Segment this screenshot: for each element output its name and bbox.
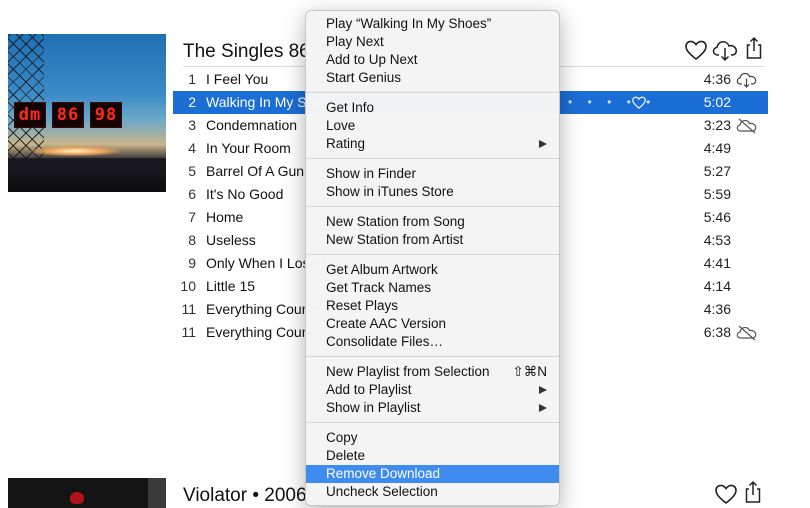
track-name: It's No Good bbox=[206, 186, 284, 202]
track-duration: 4:36 bbox=[703, 301, 731, 317]
menu-item-show-in-finder[interactable]: Show in Finder bbox=[306, 165, 559, 183]
artwork-sunset bbox=[30, 146, 120, 156]
menu-item-label: New Playlist from Selection bbox=[326, 364, 490, 379]
track-name: Little 15 bbox=[206, 278, 256, 294]
album-artwork-violator[interactable] bbox=[8, 478, 166, 508]
menu-item-delete[interactable]: Delete bbox=[306, 447, 559, 465]
track-name: Everything Counts bbox=[206, 301, 321, 317]
artwork-digit: 98 bbox=[90, 102, 122, 128]
cloud-download-icon[interactable] bbox=[736, 71, 758, 88]
artwork-spine bbox=[148, 478, 166, 508]
track-number: 11 bbox=[181, 324, 196, 340]
track-duration: 4:41 bbox=[703, 255, 731, 271]
track-number: 1 bbox=[188, 71, 196, 87]
menu-separator bbox=[306, 254, 559, 255]
track-name: Barrel Of A Gun bbox=[206, 163, 305, 179]
menu-item-label: Add to Playlist bbox=[326, 382, 412, 397]
artwork-digit: dm bbox=[14, 102, 46, 128]
track-number: 4 bbox=[188, 140, 196, 156]
no-cloud-icon bbox=[736, 118, 757, 134]
artwork-digits: dm 86 98 bbox=[14, 102, 122, 128]
track-name: Everything Counts bbox=[206, 324, 321, 340]
menu-item-play[interactable]: Play “Walking In My Shoes” bbox=[306, 15, 559, 33]
menu-separator bbox=[306, 206, 559, 207]
menu-item-new-station-from-song[interactable]: New Station from Song bbox=[306, 213, 559, 231]
track-name: Home bbox=[206, 209, 244, 225]
menu-item-reset-plays[interactable]: Reset Plays bbox=[306, 297, 559, 315]
submenu-arrow-icon bbox=[539, 140, 547, 148]
menu-separator bbox=[306, 422, 559, 423]
menu-item-copy[interactable]: Copy bbox=[306, 429, 559, 447]
track-duration: 5:59 bbox=[703, 186, 731, 202]
menu-item-remove-download[interactable]: Remove Download bbox=[306, 465, 559, 483]
menu-item-get-album-artwork[interactable]: Get Album Artwork bbox=[306, 261, 559, 279]
menu-item-start-genius[interactable]: Start Genius bbox=[306, 69, 559, 87]
menu-separator bbox=[306, 158, 559, 159]
menu-item-get-track-names[interactable]: Get Track Names bbox=[306, 279, 559, 297]
track-number: 10 bbox=[180, 278, 196, 294]
track-number: 9 bbox=[188, 255, 196, 271]
track-duration: 5:02 bbox=[703, 94, 731, 110]
cloud-download-icon[interactable] bbox=[712, 38, 739, 62]
menu-item-new-station-from-artist[interactable]: New Station from Artist bbox=[306, 231, 559, 249]
album-artwork-singles[interactable]: dm 86 98 bbox=[8, 34, 166, 192]
track-name: I Feel You bbox=[206, 71, 269, 87]
menu-item-label: Rating bbox=[326, 136, 366, 151]
track-duration: 3:23 bbox=[703, 117, 731, 133]
submenu-arrow-icon bbox=[539, 404, 547, 412]
track-number: 5 bbox=[188, 163, 196, 179]
submenu-arrow-icon bbox=[539, 386, 547, 394]
track-duration: 4:14 bbox=[703, 278, 731, 294]
menu-item-love[interactable]: Love bbox=[306, 117, 559, 135]
menu-item-new-playlist-from-selection[interactable]: New Playlist from Selection ⇧⌘N bbox=[306, 363, 559, 381]
track-number: 7 bbox=[188, 209, 196, 225]
menu-item-add-to-up-next[interactable]: Add to Up Next bbox=[306, 51, 559, 69]
menu-item-uncheck-selection[interactable]: Uncheck Selection bbox=[306, 483, 559, 501]
heart-icon[interactable] bbox=[684, 38, 708, 62]
track-name: Useless bbox=[206, 232, 256, 248]
track-duration: 4:49 bbox=[703, 140, 731, 156]
artwork-rose bbox=[70, 492, 84, 504]
track-number: 8 bbox=[188, 232, 196, 248]
track-number: 11 bbox=[181, 301, 196, 317]
track-duration: 5:27 bbox=[703, 163, 731, 179]
share-icon[interactable] bbox=[742, 36, 766, 60]
track-duration: 6:38 bbox=[703, 324, 731, 340]
share-icon[interactable] bbox=[741, 480, 765, 504]
track-number: 2 bbox=[188, 94, 196, 110]
no-cloud-icon bbox=[736, 325, 757, 341]
track-name: Condemnation bbox=[206, 117, 298, 133]
heart-icon[interactable] bbox=[714, 482, 738, 506]
track-number: 6 bbox=[188, 186, 196, 202]
artwork-digit: 86 bbox=[52, 102, 84, 128]
menu-item-get-info[interactable]: Get Info bbox=[306, 99, 559, 117]
menu-item-show-in-itunes-store[interactable]: Show in iTunes Store bbox=[306, 183, 559, 201]
album-title: Violator • 2006 bbox=[183, 485, 307, 506]
menu-separator bbox=[306, 356, 559, 357]
menu-item-shortcut: ⇧⌘N bbox=[512, 364, 547, 379]
track-number: 3 bbox=[188, 117, 196, 133]
artwork-ground bbox=[8, 158, 166, 192]
track-duration: 4:36 bbox=[703, 71, 731, 87]
track-duration: 5:46 bbox=[703, 209, 731, 225]
menu-item-label: Show in Playlist bbox=[326, 400, 421, 415]
menu-item-consolidate-files[interactable]: Consolidate Files… bbox=[306, 333, 559, 351]
menu-separator bbox=[306, 92, 559, 93]
track-duration: 4:53 bbox=[703, 232, 731, 248]
menu-item-show-in-playlist[interactable]: Show in Playlist bbox=[306, 399, 559, 417]
menu-item-add-to-playlist[interactable]: Add to Playlist bbox=[306, 381, 559, 399]
context-menu: Play “Walking In My Shoes” Play Next Add… bbox=[305, 10, 560, 506]
track-name: In Your Room bbox=[206, 140, 291, 156]
menu-item-rating[interactable]: Rating bbox=[306, 135, 559, 153]
menu-item-create-aac-version[interactable]: Create AAC Version bbox=[306, 315, 559, 333]
menu-item-play-next[interactable]: Play Next bbox=[306, 33, 559, 51]
love-heart-icon[interactable] bbox=[631, 95, 647, 110]
